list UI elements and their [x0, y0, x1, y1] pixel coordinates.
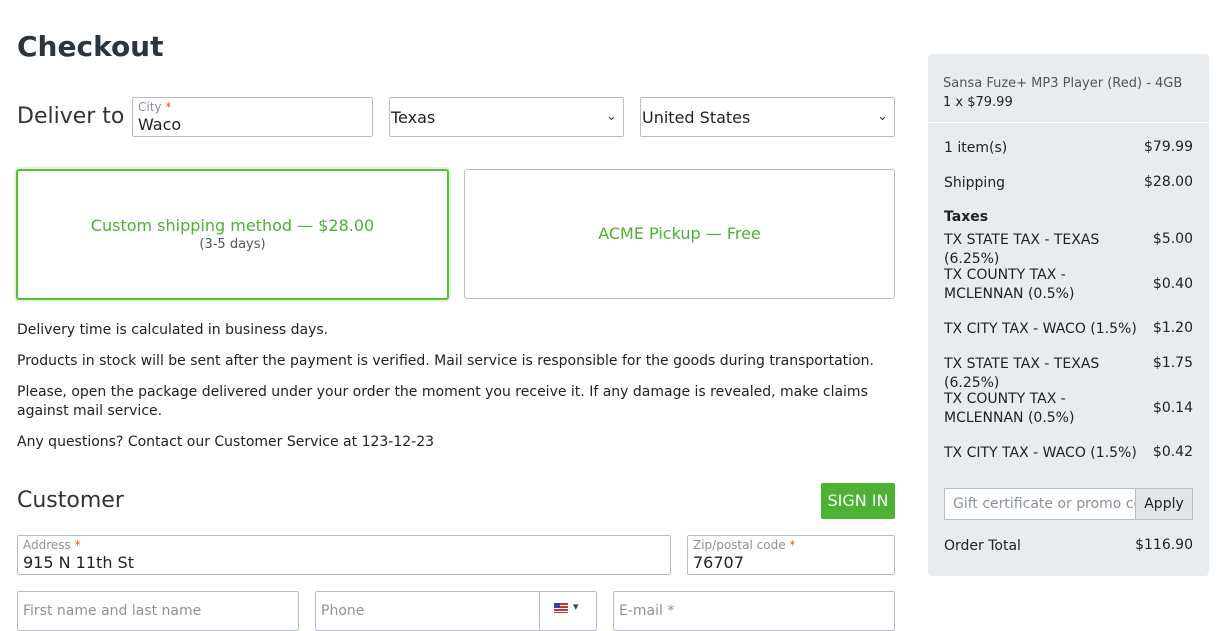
email-field[interactable]: E-mail * [613, 591, 895, 631]
row-label: 1 item(s) [944, 140, 1008, 156]
chevron-down-icon: ⌄ [606, 109, 617, 124]
country-value: United States [642, 108, 751, 127]
address-value: 915 N 11th St [23, 553, 134, 572]
sign-in-button[interactable]: SIGN IN [821, 483, 895, 519]
tax-label: TX COUNTY TAX - MCLENNAN (0.5%) [944, 391, 1075, 426]
row-value: $28.00 [1144, 174, 1193, 190]
tax-label: TX COUNTY TAX - MCLENNAN (0.5%) [944, 267, 1075, 302]
shipping-option-duration: (3-5 days) [199, 237, 266, 252]
country-code-select[interactable]: ▾ [539, 592, 596, 630]
zip-field[interactable]: Zip/postal code * 76707 [687, 535, 895, 575]
required-mark: * [789, 538, 796, 552]
us-flag-icon [554, 603, 568, 613]
tax-label: TX STATE TAX - TEXAS (6.25%) [944, 356, 1100, 391]
tax-value: $0.14 [1152, 400, 1193, 416]
state-value: Texas [391, 108, 436, 127]
shipping-option-custom[interactable]: Custom shipping method — $28.00 (3-5 day… [16, 169, 449, 300]
taxes-heading: Taxes [944, 209, 989, 225]
city-label: City [138, 100, 162, 114]
full-name-placeholder: First name and last name [23, 603, 202, 619]
email-label: E-mail [619, 603, 663, 619]
tax-value: $0.42 [1152, 444, 1193, 460]
divider [928, 122, 1209, 123]
zip-value: 76707 [693, 553, 744, 572]
customer-heading: Customer [17, 488, 124, 513]
shipping-option-pickup[interactable]: ACME Pickup — Free [464, 169, 895, 299]
tax-value: $1.20 [1152, 320, 1193, 336]
page-title: Checkout [17, 30, 164, 63]
country-select[interactable]: United States ⌄ [640, 97, 895, 137]
info-text: Products in stock will be sent after the… [17, 353, 874, 369]
full-name-field[interactable]: First name and last name [17, 591, 299, 631]
chevron-down-icon: ⌄ [877, 109, 888, 124]
row-label: Shipping [944, 175, 1006, 191]
order-total-value: $116.90 [1135, 537, 1193, 553]
address-label: Address [23, 538, 71, 552]
tax-value: $1.75 [1152, 355, 1193, 371]
tax-value: $0.40 [1152, 276, 1193, 292]
row-value: $79.99 [1144, 139, 1193, 155]
address-field[interactable]: Address * 915 N 11th St [17, 535, 671, 575]
shipping-option-name: ACME Pickup — Free [598, 224, 761, 243]
zip-label: Zip/postal code [693, 538, 786, 552]
promo-code-placeholder: Gift certificate or promo code [953, 496, 1135, 512]
required-mark: * [667, 603, 675, 619]
city-value: Waco [138, 115, 182, 134]
state-select[interactable]: Texas ⌄ [389, 97, 624, 137]
info-text: Please, open the package delivered under… [17, 384, 868, 419]
product-qty-price: 1 x $79.99 [943, 95, 1013, 110]
phone-field[interactable]: Phone ▾ [315, 591, 597, 631]
delivery-info: Delivery time is calculated in business … [17, 321, 897, 452]
info-text: Delivery time is calculated in business … [17, 322, 329, 338]
city-field[interactable]: City * Waco [132, 97, 373, 137]
required-mark: * [165, 100, 172, 114]
required-mark: * [74, 538, 81, 552]
apply-promo-button[interactable]: Apply [1135, 488, 1193, 520]
order-summary: Sansa Fuze+ MP3 Player (Red) - 4GB 1 x $… [928, 54, 1209, 576]
tax-label: TX CITY TAX - WACO (1.5%) [944, 321, 1137, 337]
tax-label: TX STATE TAX - TEXAS (6.25%) [944, 232, 1100, 267]
deliver-to-heading: Deliver to [17, 104, 125, 129]
tax-label: TX CITY TAX - WACO (1.5%) [944, 445, 1137, 461]
promo-code-input[interactable]: Gift certificate or promo code [944, 488, 1136, 520]
order-total-label: Order Total [944, 538, 1021, 554]
product-name: Sansa Fuze+ MP3 Player (Red) - 4GB [943, 76, 1183, 91]
shipping-option-name: Custom shipping method — $28.00 [90, 216, 375, 235]
phone-placeholder: Phone [321, 603, 365, 619]
chevron-down-icon: ▾ [573, 600, 579, 613]
tax-value: $5.00 [1152, 231, 1193, 247]
info-text: Any questions? Contact our Customer Serv… [17, 434, 435, 450]
